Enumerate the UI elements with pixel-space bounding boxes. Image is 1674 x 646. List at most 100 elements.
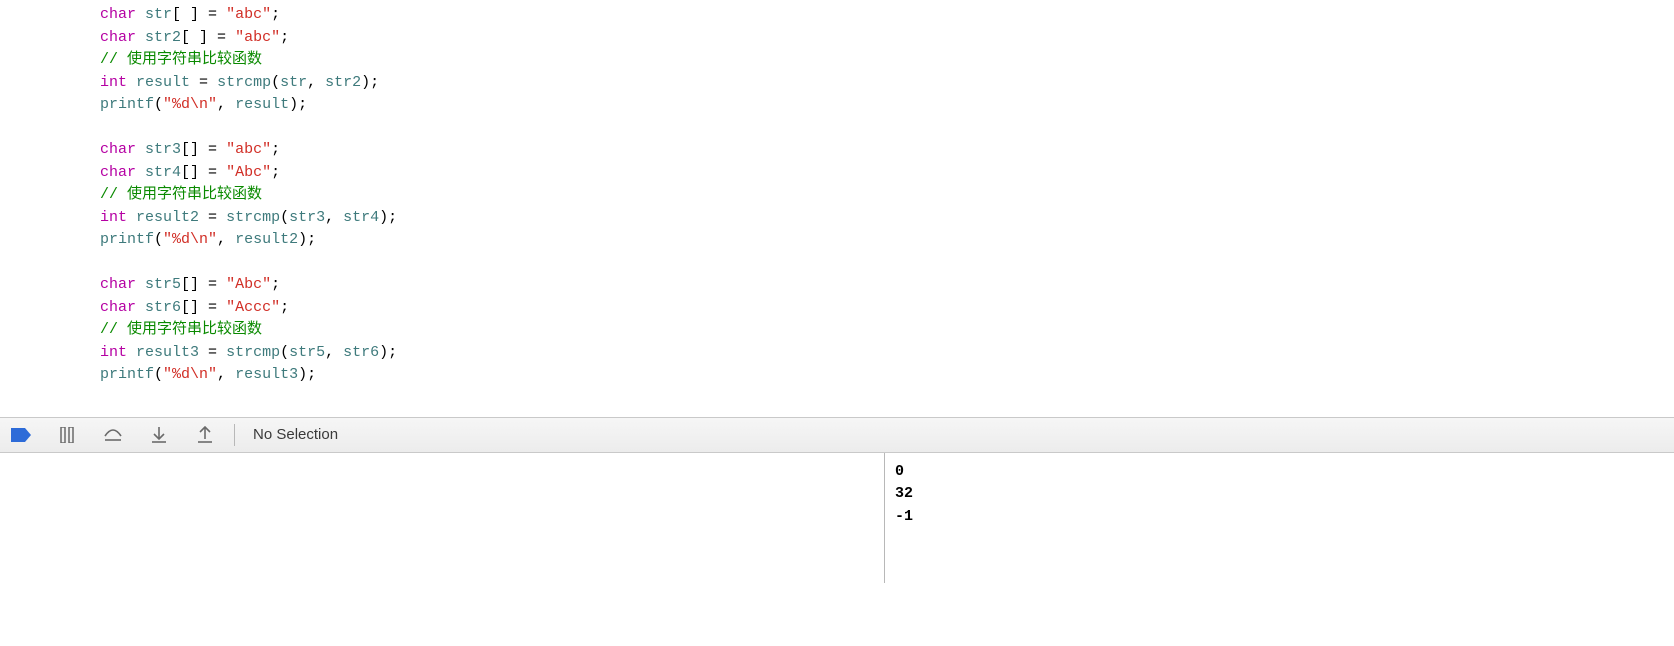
code-token: str — [280, 74, 307, 91]
code-token: char — [100, 141, 136, 158]
code-token: , — [325, 344, 343, 361]
code-token: "Abc" — [226, 164, 271, 181]
code-token: , — [217, 366, 235, 383]
code-line[interactable]: char str6[] = "Accc"; — [0, 297, 1674, 320]
code-token: ( — [271, 74, 280, 91]
breakpoint-enable-icon[interactable] — [10, 424, 32, 446]
code-line[interactable] — [0, 252, 1674, 275]
code-token: str6 — [343, 344, 379, 361]
code-token: // 使用字符串比较函数 — [100, 321, 262, 338]
code-token: = — [199, 209, 226, 226]
code-token: str5 — [145, 276, 181, 293]
code-token: "abc" — [226, 141, 271, 158]
code-token: "Accc" — [226, 299, 280, 316]
code-token: // 使用字符串比较函数 — [100, 51, 262, 68]
code-token: "%d\n" — [163, 96, 217, 113]
code-token: strcmp — [217, 74, 271, 91]
code-token: ( — [154, 96, 163, 113]
code-token: ; — [280, 299, 289, 316]
code-token: str3 — [145, 141, 181, 158]
code-line[interactable]: printf("%d\n", result2); — [0, 229, 1674, 252]
code-token: printf — [100, 231, 154, 248]
code-token: int — [100, 74, 127, 91]
code-token: = — [199, 344, 226, 361]
code-token: "%d\n" — [163, 231, 217, 248]
code-line[interactable]: char str4[] = "Abc"; — [0, 162, 1674, 185]
code-token: str2 — [325, 74, 361, 91]
code-line[interactable]: int result = strcmp(str, str2); — [0, 72, 1674, 95]
code-token: char — [100, 299, 136, 316]
code-token: ( — [154, 366, 163, 383]
code-token: result2 — [136, 209, 199, 226]
debug-status-text: No Selection — [253, 426, 338, 443]
code-token: // 使用字符串比较函数 — [100, 186, 262, 203]
code-token: [] = — [181, 164, 226, 181]
code-token: ); — [298, 231, 316, 248]
code-token: ( — [280, 344, 289, 361]
step-over-icon[interactable] — [102, 424, 124, 446]
code-token: printf — [100, 366, 154, 383]
code-token — [127, 344, 136, 361]
code-token: "Abc" — [226, 276, 271, 293]
code-line[interactable]: char str[ ] = "abc"; — [0, 4, 1674, 27]
code-token: char — [100, 164, 136, 181]
code-token: [] = — [181, 299, 226, 316]
code-line[interactable]: // 使用字符串比较函数 — [0, 49, 1674, 72]
code-line[interactable]: char str3[] = "abc"; — [0, 139, 1674, 162]
code-token: ); — [379, 209, 397, 226]
code-line[interactable]: // 使用字符串比较函数 — [0, 184, 1674, 207]
code-token: ; — [271, 6, 280, 23]
code-token: str3 — [289, 209, 325, 226]
code-token: str5 — [289, 344, 325, 361]
code-token: char — [100, 6, 136, 23]
code-token: result3 — [235, 366, 298, 383]
code-token: ); — [289, 96, 307, 113]
code-token: ); — [379, 344, 397, 361]
code-token — [127, 74, 136, 91]
code-line[interactable]: // 使用字符串比较函数 — [0, 319, 1674, 342]
code-line[interactable]: char str2[ ] = "abc"; — [0, 27, 1674, 50]
code-token: ( — [280, 209, 289, 226]
code-token: ; — [271, 276, 280, 293]
code-token: str6 — [145, 299, 181, 316]
console-output[interactable]: 0 32 -1 — [885, 453, 1674, 583]
code-token: "abc" — [226, 6, 271, 23]
code-line[interactable]: int result3 = strcmp(str5, str6); — [0, 342, 1674, 365]
variables-pane[interactable] — [0, 453, 885, 583]
code-editor[interactable]: char str[ ] = "abc";char str2[ ] = "abc"… — [0, 0, 1674, 417]
pause-icon[interactable] — [56, 424, 78, 446]
code-token: result3 — [136, 344, 199, 361]
code-token: , — [217, 231, 235, 248]
code-token: "%d\n" — [163, 366, 217, 383]
code-line[interactable] — [0, 117, 1674, 140]
code-token: [ ] = — [181, 29, 235, 46]
code-token: "abc" — [235, 29, 280, 46]
code-token: str4 — [343, 209, 379, 226]
code-token — [136, 29, 145, 46]
code-token: ; — [271, 141, 280, 158]
code-token: strcmp — [226, 209, 280, 226]
code-token: char — [100, 29, 136, 46]
code-token — [127, 209, 136, 226]
code-token: , — [217, 96, 235, 113]
code-token: , — [325, 209, 343, 226]
code-token: ); — [361, 74, 379, 91]
code-token: strcmp — [226, 344, 280, 361]
output-area: 0 32 -1 — [0, 453, 1674, 583]
code-token — [136, 141, 145, 158]
step-out-icon[interactable] — [194, 424, 216, 446]
code-line[interactable]: int result2 = strcmp(str3, str4); — [0, 207, 1674, 230]
code-token: ); — [298, 366, 316, 383]
code-token: [] = — [181, 141, 226, 158]
toolbar-divider — [234, 424, 235, 446]
code-token: result — [235, 96, 289, 113]
code-token — [136, 6, 145, 23]
code-line[interactable]: printf("%d\n", result3); — [0, 364, 1674, 387]
code-line[interactable]: char str5[] = "Abc"; — [0, 274, 1674, 297]
code-token: = — [190, 74, 217, 91]
step-into-icon[interactable] — [148, 424, 170, 446]
code-token: result2 — [235, 231, 298, 248]
code-token: [] = — [181, 276, 226, 293]
code-token — [136, 299, 145, 316]
code-line[interactable]: printf("%d\n", result); — [0, 94, 1674, 117]
